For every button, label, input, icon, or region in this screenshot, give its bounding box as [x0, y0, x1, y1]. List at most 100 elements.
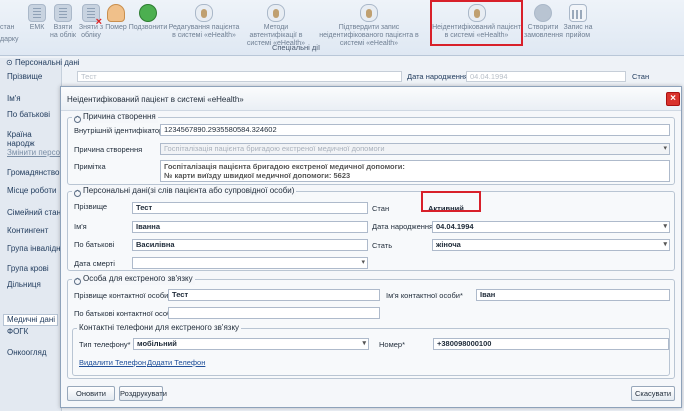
phone-number-label: Номер*	[379, 340, 406, 349]
reason-select-value: Госпіталізація пацієнта бригадою екстрен…	[164, 144, 385, 153]
reason-legend-text: Причина створення	[83, 112, 156, 121]
chevron-down-icon: ▾	[663, 223, 667, 230]
auth-methods-icon	[267, 4, 285, 22]
bg-label-workplace: Місце роботи	[7, 186, 57, 195]
note-line-1: Госпіталізація пацієнта бригадою екстрен…	[164, 162, 405, 171]
dialog-title: Неідентифікований пацієнт в системі «eHe…	[67, 95, 244, 104]
collapse-icon: ⊙	[6, 58, 15, 67]
update-button[interactable]: Оновити	[67, 386, 115, 401]
edit-patient-label: Редагування пацієнта в системі «eHealth»	[168, 24, 240, 39]
bg-section-header: ⊙ Персональні дані	[2, 58, 680, 68]
print-button[interactable]: Роздрукувати	[119, 386, 167, 401]
delete-phone-link[interactable]: Видалити Телефон	[79, 358, 146, 367]
bg-label-surname: Прізвище	[7, 72, 43, 81]
ribbon-cut-item: стан дарку	[0, 2, 22, 46]
name-field[interactable]: Іванна	[132, 221, 368, 233]
contact-surname-field[interactable]: Тест	[168, 289, 380, 301]
ribbon-cut-label-1: стан	[0, 24, 15, 31]
dob-value: 04.04.1994	[436, 222, 474, 231]
phone-icon	[139, 4, 157, 22]
dob-label: Дата народження	[372, 222, 434, 231]
patronymic-label: По батькові	[74, 240, 115, 249]
bg-dob-label: Дата народження	[407, 72, 469, 81]
deregister-icon	[82, 4, 102, 26]
call-button[interactable]: Подзвонити	[128, 2, 168, 46]
personal-group: ^ Персональні дані(зі слів пацієнта або с…	[67, 186, 675, 271]
bg-label-name: Ім'я	[7, 94, 21, 103]
bg-section-title: Персональні дані	[14, 58, 80, 67]
cancel-button[interactable]: Скасувати	[631, 386, 675, 401]
bg-label-blood: Група крові	[7, 264, 49, 273]
appointment-icon	[569, 4, 587, 22]
register-button[interactable]: Взяти на облік	[50, 2, 76, 46]
bg-dob-input[interactable]: 04.04.1994	[466, 71, 626, 82]
bg-label-contingent: Контингент	[7, 226, 49, 235]
death-date-field[interactable]: ▾	[132, 257, 368, 269]
phone-number-field[interactable]: +380098000100	[433, 338, 669, 350]
add-phone-link[interactable]: Додати Телефон	[147, 358, 205, 367]
chevron-down-icon: ▾	[361, 259, 365, 266]
ribbon-toolbar: стан дарку ЕМК Взяти на облік Зняти з об…	[0, 0, 684, 56]
contact-name-field[interactable]: Іван	[476, 289, 670, 301]
bg-change-link[interactable]: Змінити персо	[7, 148, 60, 157]
ribbon-cut-label-2: дарку	[0, 36, 19, 43]
dialog-titlebar: Неідентифікований пацієнт в системі «eHe…	[61, 87, 681, 111]
bg-label-country: Країна народж	[7, 130, 35, 148]
phone-type-select[interactable]: мобільний ▾	[133, 338, 369, 350]
note-line-2: № карти виїзду швидкої медичної допомоги…	[164, 171, 351, 180]
collapse-icon[interactable]: ^	[74, 278, 81, 285]
emk-icon	[28, 4, 46, 22]
bg-label-oncology: Онкоогляд	[7, 348, 47, 357]
create-order-icon	[534, 4, 552, 22]
internal-id-field[interactable]: 1234567890.2935580584.324602	[160, 124, 670, 136]
sex-select[interactable]: жіноча ▾	[432, 239, 670, 251]
bg-label-fogk: ФОГК	[7, 327, 29, 336]
reason-legend: ^ Причина створення	[72, 112, 158, 123]
dob-field[interactable]: 04.04.1994 ▾	[432, 221, 670, 233]
confirm-record-icon	[360, 4, 378, 22]
phones-legend-text: Контактні телефони для екстреного зв'язк…	[79, 323, 240, 332]
surname-field[interactable]: Тест	[132, 202, 368, 214]
phone-type-label: Тип телефону*	[79, 340, 131, 349]
register-icon	[54, 4, 72, 22]
personal-legend: ^ Персональні дані(зі слів пацієнта або с…	[72, 186, 297, 197]
note-label: Примітка	[74, 162, 106, 171]
bg-surname-input[interactable]: Тест	[77, 71, 402, 82]
highlight-box-state	[421, 191, 481, 212]
deceased-button[interactable]: Помер	[104, 2, 128, 46]
deregister-button[interactable]: Зняти з обліку	[78, 2, 104, 46]
collapse-icon[interactable]: ^	[74, 190, 81, 197]
death-date-label: Дата смерті	[74, 259, 115, 268]
confirm-record-button[interactable]: Підтвердити запис неідентифікованого пац…	[312, 2, 426, 47]
appointment-button[interactable]: Запис на прийом	[562, 2, 594, 46]
sex-value: жіноча	[436, 240, 461, 249]
note-field[interactable]: Госпіталізація пацієнта бригадою екстрен…	[160, 160, 670, 182]
close-button[interactable]: ×	[666, 92, 680, 106]
reason-select[interactable]: Госпіталізація пацієнта бригадою екстрен…	[160, 143, 670, 155]
bg-label-disability: Група інвалідн	[7, 244, 61, 253]
bg-label-district: Дільниця	[7, 280, 41, 289]
state-label: Стан	[372, 204, 390, 213]
collapse-icon[interactable]: ^	[74, 116, 81, 123]
bg-label-citizenship: Громадянство	[7, 168, 60, 177]
auth-methods-button[interactable]: Методи автентифікації в системі «eHealth…	[240, 2, 312, 47]
bg-label-marital: Сімейний стан	[7, 208, 61, 217]
emergency-legend: ^ Особа для екстреного зв'язку	[72, 274, 195, 285]
emergency-group: ^ Особа для екстреного зв'язку Прізвище к…	[67, 274, 675, 379]
bg-medical-tab[interactable]: Медичні дані	[3, 314, 58, 326]
phones-group: Контактні телефони для екстреного зв'язк…	[72, 323, 670, 376]
patronymic-field[interactable]: Василівна	[132, 239, 368, 251]
appointment-label: Запис на прийом	[563, 24, 593, 39]
internal-id-label: Внутрішній ідентифікатор	[74, 126, 164, 135]
edit-patient-button[interactable]: Редагування пацієнта в системі «eHealth»	[168, 2, 240, 46]
ribbon-group-label: Спеціальні дії	[271, 43, 321, 52]
contact-patronymic-field[interactable]	[168, 307, 380, 319]
surname-label: Прізвище	[74, 202, 108, 211]
register-label: Взяти на облік	[50, 24, 76, 39]
deceased-label: Помер	[105, 24, 127, 31]
reason-label: Причина створення	[74, 145, 143, 154]
bg-label-patronymic: По батькові	[7, 110, 50, 119]
close-icon: ×	[670, 93, 676, 104]
create-order-button[interactable]: Створити замовлення	[524, 2, 563, 46]
emk-button[interactable]: ЕМК	[26, 2, 48, 46]
